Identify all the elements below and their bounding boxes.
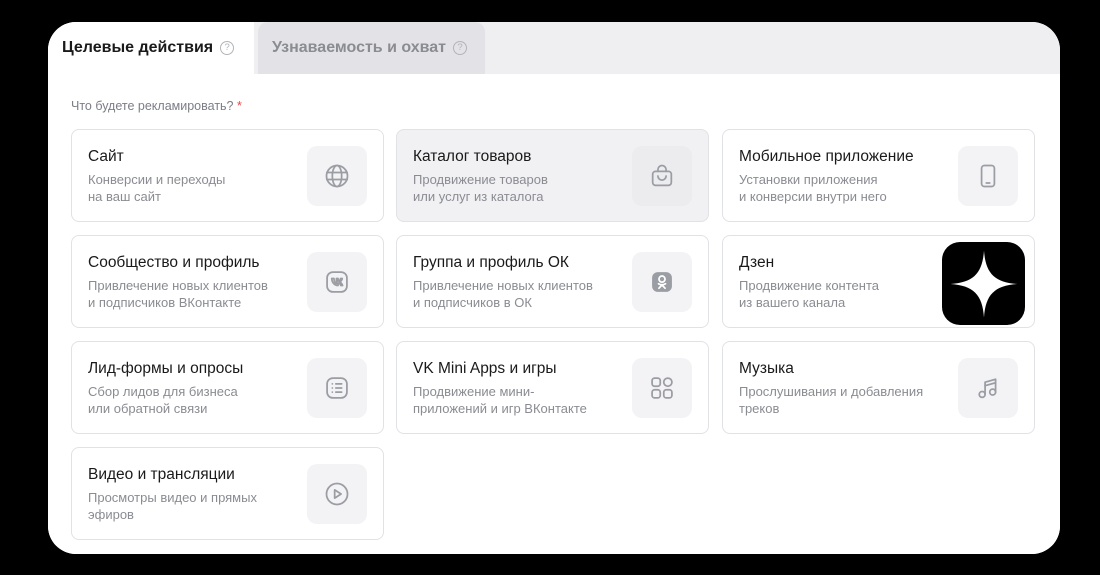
option-description-line: Просмотры видео и прямых: [88, 490, 257, 505]
option-title: Музыка: [739, 360, 794, 377]
dzen-logo-icon: [942, 242, 1025, 325]
option-description: Установки приложения и конверсии внутри …: [739, 171, 939, 205]
question-text: Что будете рекламировать?: [71, 99, 234, 113]
option-title: Мобильное приложение: [739, 148, 914, 165]
option-description: Конверсии и переходы на ваш сайт: [88, 171, 288, 205]
play-circle-icon: [307, 464, 367, 524]
option-description-line: и подписчиков ВКонтакте: [88, 295, 242, 310]
option-description-line: на ваш сайт: [88, 189, 161, 204]
option-title: Лид-формы и опросы: [88, 360, 244, 377]
option-description: Привлечение новых клиентов и подписчиков…: [88, 277, 288, 311]
option-description-line: Прослушивания и добавления: [739, 384, 924, 399]
question-label: Что будете рекламировать? *: [71, 99, 242, 113]
help-icon[interactable]: ?: [220, 41, 235, 55]
option-description: Просмотры видео и прямых эфиров: [88, 489, 288, 523]
required-mark: *: [237, 99, 242, 113]
option-card-music[interactable]: Музыка Прослушивания и добавления треков: [722, 341, 1035, 434]
option-description-line: треков: [739, 401, 780, 416]
option-title: VK Mini Apps и игры: [413, 360, 557, 377]
option-title: Сообщество и профиль: [88, 254, 260, 271]
globe-icon: [307, 146, 367, 206]
list-form-icon: [307, 358, 367, 418]
option-description-line: из вашего канала: [739, 295, 846, 310]
option-card-site[interactable]: Сайт Конверсии и переходы на ваш сайт: [71, 129, 384, 222]
option-description-line: или обратной связи: [88, 401, 208, 416]
tab-target-actions[interactable]: Целевые действия ?: [48, 22, 254, 74]
option-title: Группа и профиль ОК: [413, 254, 569, 271]
option-title: Видео и трансляции: [88, 466, 235, 483]
option-description: Продвижение контента из вашего канала: [739, 277, 939, 311]
option-card-dzen[interactable]: Дзен Продвижение контента из вашего кана…: [722, 235, 1035, 328]
tabs-bar: Целевые действия ? Узнаваемость и охват …: [48, 22, 1060, 74]
smartphone-icon: [958, 146, 1018, 206]
option-description-line: Установки приложения: [739, 172, 878, 187]
tab-label: Узнаваемость и охват: [272, 39, 446, 56]
option-card-catalog[interactable]: Каталог товаров Продвижение товаров или …: [396, 129, 709, 222]
ad-objective-panel: Целевые действия ? Узнаваемость и охват …: [48, 22, 1060, 554]
option-card-video[interactable]: Видео и трансляции Просмотры видео и пря…: [71, 447, 384, 540]
option-description-line: или услуг из каталога: [413, 189, 544, 204]
option-description: Продвижение мини- приложений и игр ВКонт…: [413, 383, 613, 417]
option-description-line: Привлечение новых клиентов: [413, 278, 593, 293]
option-description-line: эфиров: [88, 507, 134, 522]
shopping-bag-icon: [632, 146, 692, 206]
ok-icon: [632, 252, 692, 312]
apps-grid-icon: [632, 358, 692, 418]
music-note-icon: [958, 358, 1018, 418]
option-description: Сбор лидов для бизнеса или обратной связ…: [88, 383, 288, 417]
option-card-lead-forms[interactable]: Лид-формы и опросы Сбор лидов для бизнес…: [71, 341, 384, 434]
option-description-line: Сбор лидов для бизнеса: [88, 384, 238, 399]
option-description: Прослушивания и добавления треков: [739, 383, 939, 417]
help-icon[interactable]: ?: [453, 41, 467, 55]
option-title: Каталог товаров: [413, 148, 532, 165]
tab-content: Что будете рекламировать? * Сайт Конверс…: [48, 74, 1060, 554]
vk-icon: [307, 252, 367, 312]
tab-label: Целевые действия: [62, 39, 214, 56]
option-description-line: Продвижение мини-: [413, 384, 535, 399]
option-title: Дзен: [739, 254, 775, 271]
option-description-line: и конверсии внутри него: [739, 189, 887, 204]
option-card-ok-group[interactable]: Группа и профиль ОК Привлечение новых кл…: [396, 235, 709, 328]
tab-awareness-reach[interactable]: Узнаваемость и охват ?: [258, 22, 485, 74]
option-title: Сайт: [88, 148, 124, 165]
option-card-community[interactable]: Сообщество и профиль Привлечение новых к…: [71, 235, 384, 328]
option-description-line: Привлечение новых клиентов: [88, 278, 268, 293]
option-description-line: и подписчиков в ОК: [413, 295, 532, 310]
option-description-line: приложений и игр ВКонтакте: [413, 401, 587, 416]
option-description-line: Продвижение контента: [739, 278, 879, 293]
option-description-line: Продвижение товаров: [413, 172, 548, 187]
option-card-mini-apps[interactable]: VK Mini Apps и игры Продвижение мини- пр…: [396, 341, 709, 434]
option-description: Продвижение товаров или услуг из каталог…: [413, 171, 613, 205]
option-description: Привлечение новых клиентов и подписчиков…: [413, 277, 613, 311]
option-card-mobile-app[interactable]: Мобильное приложение Установки приложени…: [722, 129, 1035, 222]
option-description-line: Конверсии и переходы: [88, 172, 226, 187]
